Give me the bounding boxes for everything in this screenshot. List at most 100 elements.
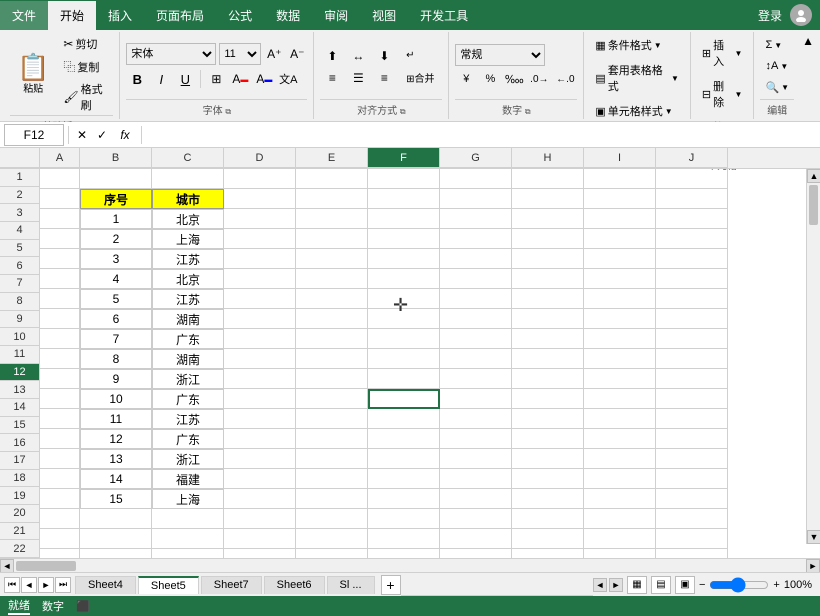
align-left-button[interactable]: ≡ [320,68,344,88]
cut-button[interactable]: ✂ 剪切 [58,34,113,54]
sum-button[interactable]: Σ▼ [760,36,794,54]
row-num-5[interactable]: 5 [0,240,39,258]
cell-J16[interactable] [656,469,728,489]
col-header-H[interactable]: H [512,148,584,168]
col-header-C[interactable]: C [152,148,224,168]
ribbon-tab-插入[interactable]: 插入 [96,1,144,30]
cell-J13[interactable] [656,409,728,429]
ribbon-tab-开始[interactable]: 开始 [48,1,96,30]
cell-A7[interactable] [40,289,80,309]
cell-J20[interactable] [656,549,728,558]
row-num-12[interactable]: 12 [0,364,39,382]
cell-A14[interactable] [40,429,80,449]
cell-H3[interactable] [512,209,584,229]
cell-D5[interactable] [224,249,296,269]
copy-button[interactable]: ⿻ 复制 [58,56,113,77]
cell-C3[interactable]: 北京 [152,209,224,229]
cell-F1[interactable] [368,169,440,189]
row-num-17[interactable]: 17 [0,452,39,470]
increase-font-button[interactable]: A⁺ [264,44,284,64]
cell-J12[interactable] [656,389,728,409]
cell-C18[interactable] [152,509,224,529]
col-header-F[interactable]: F [368,148,440,168]
view-normal-button[interactable]: ▦ [627,576,647,594]
paste-button[interactable]: 📋 粘贴 [10,51,56,98]
cell-G17[interactable] [440,489,512,509]
underline-button[interactable]: U [174,68,196,90]
cell-reference-input[interactable] [4,124,64,146]
table-format-button[interactable]: ▤ 套用表格格式▼ [590,59,684,97]
cell-J14[interactable] [656,429,728,449]
cell-J9[interactable] [656,329,728,349]
cell-B20[interactable] [80,549,152,558]
cell-B8[interactable]: 6 [80,309,152,329]
sheet-tab-Sl...[interactable]: Sl ... [327,576,375,594]
confirm-formula-button[interactable]: ✓ [93,126,111,144]
col-header-J[interactable]: J [656,148,728,168]
cell-H13[interactable] [512,409,584,429]
cell-H15[interactable] [512,449,584,469]
sheet-scroll-right[interactable]: ► [609,578,623,592]
cell-E7[interactable] [296,289,368,309]
cell-F18[interactable] [368,509,440,529]
cell-H10[interactable] [512,349,584,369]
cell-H12[interactable] [512,389,584,409]
cell-E18[interactable] [296,509,368,529]
percent-button[interactable]: % [479,69,501,89]
cell-B13[interactable]: 11 [80,409,152,429]
cell-C19[interactable] [152,529,224,549]
cell-H17[interactable] [512,489,584,509]
row-num-4[interactable]: 4 [0,222,39,240]
cell-G2[interactable] [440,189,512,209]
cell-G12[interactable] [440,389,512,409]
conditional-format-button[interactable]: ▦ 条件格式▼ [590,34,684,56]
ribbon-tab-视图[interactable]: 视图 [360,1,408,30]
number-format-select[interactable]: 常规 [455,44,545,66]
cell-A18[interactable] [40,509,80,529]
cell-B2[interactable]: 序号 [80,189,152,209]
cell-G15[interactable] [440,449,512,469]
cell-A15[interactable] [40,449,80,469]
cell-F20[interactable] [368,549,440,558]
align-middle-button[interactable]: ↔ [346,46,370,66]
row-num-14[interactable]: 14 [0,399,39,417]
cell-A17[interactable] [40,489,80,509]
cell-J17[interactable] [656,489,728,509]
cell-H16[interactable] [512,469,584,489]
cell-B16[interactable]: 14 [80,469,152,489]
cell-G11[interactable] [440,369,512,389]
cell-F15[interactable] [368,449,440,469]
fill-color-button[interactable]: A▬ [229,68,251,90]
cell-I14[interactable] [584,429,656,449]
scroll-left-button[interactable]: ◄ [0,559,14,573]
sort-button[interactable]: ↕A▼ [760,57,794,75]
cancel-formula-button[interactable]: ✕ [73,126,91,144]
cell-H6[interactable] [512,269,584,289]
cell-C11[interactable]: 浙江 [152,369,224,389]
cell-A16[interactable] [40,469,80,489]
cell-A6[interactable] [40,269,80,289]
row-num-11[interactable]: 11 [0,346,39,364]
cell-I16[interactable] [584,469,656,489]
cell-I20[interactable] [584,549,656,558]
cell-B9[interactable]: 7 [80,329,152,349]
cell-E16[interactable] [296,469,368,489]
cell-G6[interactable] [440,269,512,289]
cell-B14[interactable]: 12 [80,429,152,449]
sheet-tab-Sheet7[interactable]: Sheet7 [201,576,262,594]
cell-C4[interactable]: 上海 [152,229,224,249]
cell-style-button[interactable]: ▣ 单元格样式▼ [590,100,684,122]
cell-F17[interactable] [368,489,440,509]
cell-G13[interactable] [440,409,512,429]
cell-G7[interactable] [440,289,512,309]
cell-H20[interactable] [512,549,584,558]
cell-G18[interactable] [440,509,512,529]
cell-D7[interactable] [224,289,296,309]
wrap-text-button[interactable]: ↵ [398,46,422,66]
ribbon-collapse-button[interactable]: ▲ [802,34,814,48]
col-header-E[interactable]: E [296,148,368,168]
cell-G16[interactable] [440,469,512,489]
cell-A10[interactable] [40,349,80,369]
cell-C14[interactable]: 广东 [152,429,224,449]
cell-I4[interactable] [584,229,656,249]
